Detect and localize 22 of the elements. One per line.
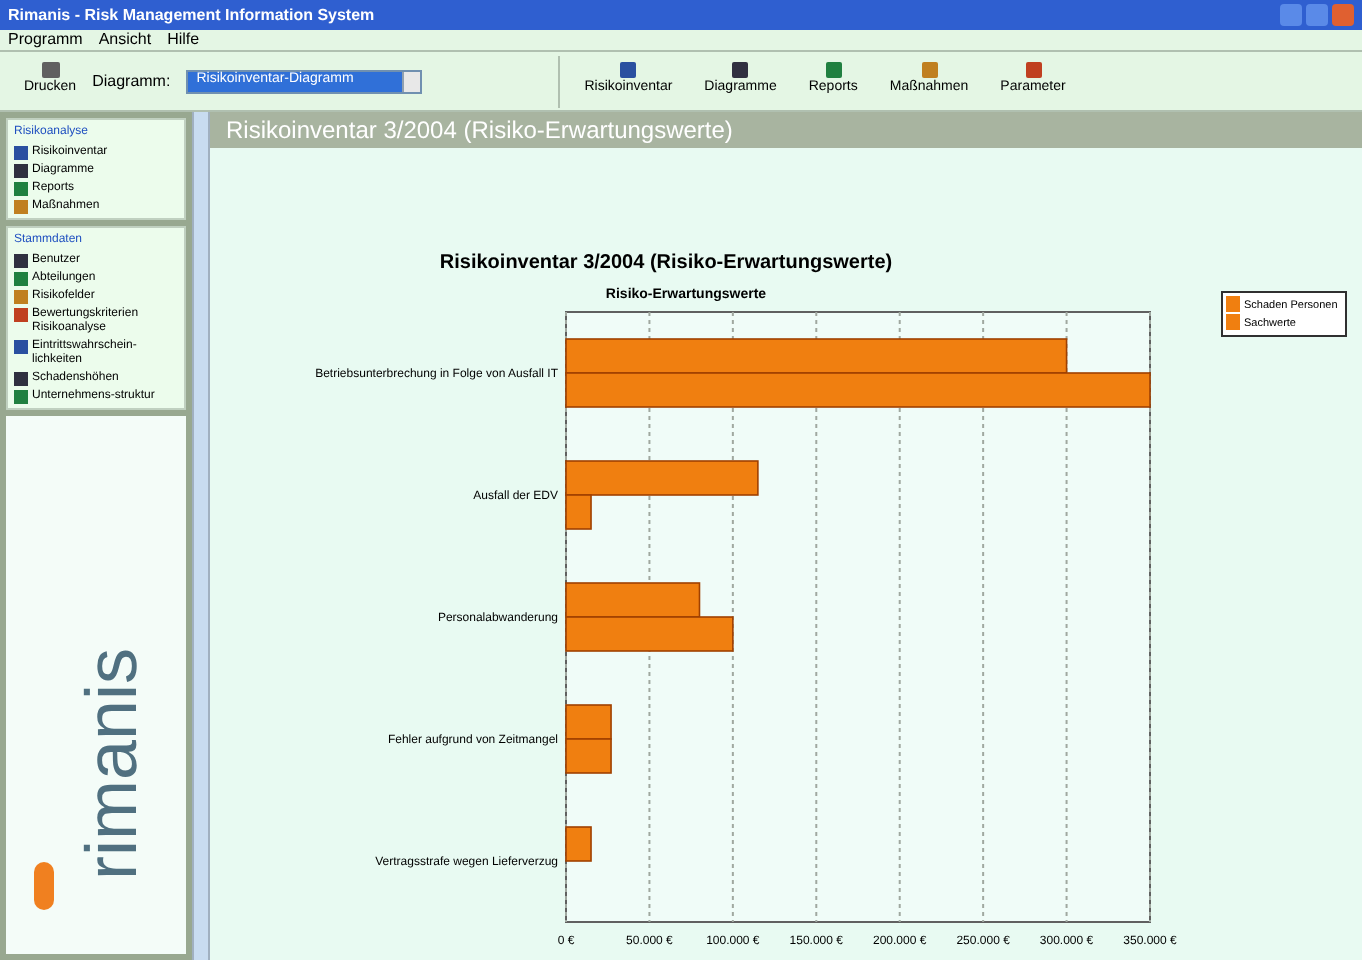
toolbar-icon — [732, 62, 749, 79]
toolbar-icon — [1025, 62, 1042, 79]
window-title: Rimanis - Risk Management Information System — [8, 3, 375, 27]
logo-text: rimanis — [68, 648, 154, 880]
close-button[interactable] — [1332, 4, 1354, 26]
diagram-label: Diagramm: — [92, 69, 171, 93]
toolbar-icon — [825, 62, 842, 79]
bar — [565, 582, 701, 618]
item-icon — [14, 340, 28, 354]
bar — [565, 704, 612, 740]
chart-title: Risikoinventar 3/2004 (Risiko-Erwartungswerte) — [439, 252, 893, 274]
header-title: Risikoinventar 3/2004 (Risiko-Erwartungswerte) — [226, 114, 733, 148]
menu-item[interactable]: Programm — [8, 28, 83, 52]
minimize-button[interactable] — [1280, 4, 1302, 26]
toolbar-icon — [921, 62, 938, 79]
bar — [565, 826, 592, 862]
toolbar-icon — [620, 62, 637, 79]
menu-item[interactable]: Hilfe — [167, 28, 200, 52]
bar — [565, 738, 612, 774]
menu-item[interactable]: Ansicht — [98, 28, 152, 52]
maximize-button[interactable] — [1306, 4, 1328, 26]
chevron-icon — [402, 71, 421, 91]
